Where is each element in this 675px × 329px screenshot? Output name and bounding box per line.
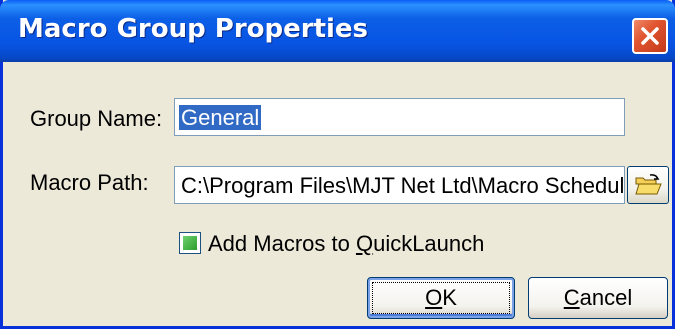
group-name-value: General: [179, 105, 262, 130]
macro-path-input[interactable]: C:\Program Files\MJT Net Ltd\Macro Sched…: [174, 166, 625, 204]
ok-mnemonic: O: [425, 285, 443, 310]
macro-path-value: C:\Program Files\MJT Net Ltd\Macro Sched…: [181, 173, 625, 198]
cancel-button-label: Cancel: [564, 285, 632, 311]
quicklaunch-label-part1: Add Macros to: [208, 231, 356, 256]
close-button[interactable]: [632, 18, 668, 54]
ok-button[interactable]: OK: [367, 277, 515, 319]
macro-path-label: Macro Path:: [30, 170, 149, 195]
open-folder-icon: [635, 174, 662, 195]
quicklaunch-label-part2: uickLaunch: [373, 231, 485, 256]
browse-folder-button[interactable]: [627, 166, 669, 204]
checkbox-checked-mark: [183, 236, 197, 250]
cancel-rest: ancel: [579, 285, 633, 310]
ok-rest: K: [442, 285, 457, 310]
group-name-input[interactable]: General: [174, 98, 625, 136]
quicklaunch-label-mnemonic: Q: [355, 231, 374, 256]
close-x-icon: [641, 27, 659, 45]
quicklaunch-checkbox[interactable]: [179, 232, 201, 254]
group-name-label: Group Name:: [30, 106, 163, 131]
cancel-mnemonic: C: [563, 285, 580, 310]
cancel-button[interactable]: Cancel: [528, 277, 668, 319]
ok-button-label: OK: [425, 285, 457, 311]
quicklaunch-label[interactable]: Add Macros to QuickLaunch: [208, 231, 484, 257]
dialog-window: Macro Group Properties Group Name: Gener…: [0, 0, 675, 329]
title-bar[interactable]: Macro Group Properties: [0, 0, 675, 62]
window-title: Macro Group Properties: [18, 14, 369, 44]
